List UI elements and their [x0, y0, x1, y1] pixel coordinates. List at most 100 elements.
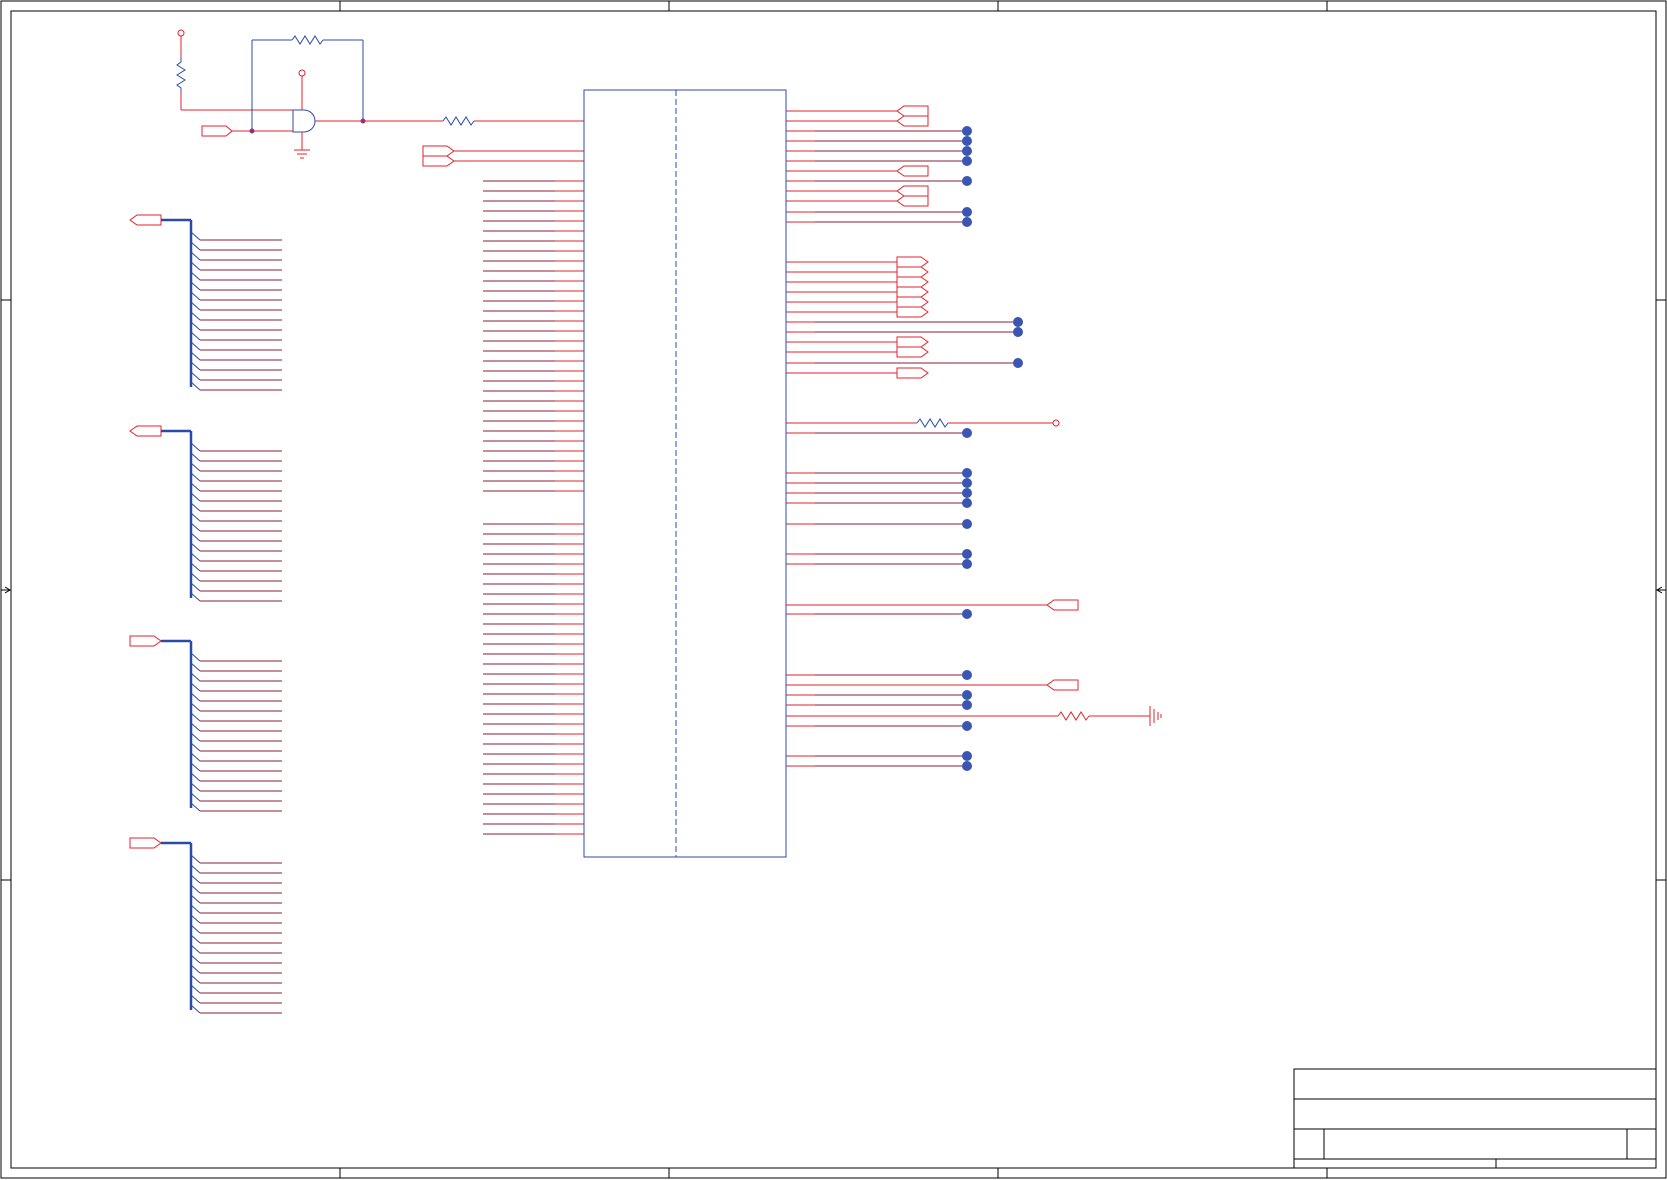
- net-junction-dot: [1013, 358, 1023, 368]
- ic-right-pin: [786, 478, 972, 488]
- net-junction-dot: [962, 468, 972, 478]
- bus-entry: [190, 904, 201, 914]
- bus-entry: [190, 371, 201, 381]
- bus-entry: [190, 321, 201, 331]
- bus-entry: [190, 944, 201, 954]
- ic-right-pin: [786, 306, 929, 318]
- bus-entry: [190, 782, 201, 792]
- net-junction-dot: [962, 670, 972, 680]
- net-junction-dot: [962, 721, 972, 731]
- ic-right-pin: [786, 207, 972, 217]
- output-port-icon: [896, 286, 929, 298]
- bus-entry: [190, 752, 201, 762]
- ic-right-pin: [786, 217, 972, 227]
- bus-entry: [190, 442, 201, 452]
- bus-entry: [190, 924, 201, 934]
- net-junction-dot: [1013, 317, 1023, 327]
- net-junction-dot: [962, 136, 972, 146]
- bus-entry: [190, 792, 201, 802]
- net-junction-dot: [962, 751, 972, 761]
- output-port-icon: [896, 296, 929, 308]
- ic-right-pin: [786, 276, 929, 288]
- net-junction-dot: [962, 146, 972, 156]
- bus-entry: [190, 692, 201, 702]
- output-port-icon: [896, 367, 929, 379]
- bus-entry: [190, 361, 201, 371]
- input-port-icon: [422, 155, 455, 167]
- input-port-icon: [201, 125, 233, 137]
- ic-right-pin: [786, 751, 972, 761]
- bus-entry: [190, 974, 201, 984]
- output-port-icon: [896, 336, 929, 348]
- bus-entry: [190, 934, 201, 944]
- bus-entry: [190, 722, 201, 732]
- reset-circuit: [176, 29, 584, 167]
- schematic-drawing: [0, 0, 1667, 1179]
- input-port-icon: [422, 145, 455, 157]
- right-side-circuitry: [786, 418, 1162, 726]
- bus-entry: [190, 502, 201, 512]
- main-ic: [583, 89, 787, 858]
- output-port-icon: [896, 346, 929, 358]
- inner-border: [10, 10, 1657, 1169]
- net-junction-dot: [962, 700, 972, 710]
- bus-entry: [190, 482, 201, 492]
- bus-group: [129, 214, 282, 391]
- bus-entry: [190, 762, 201, 772]
- bus-entry: [190, 592, 201, 602]
- input-port-icon: [896, 195, 929, 207]
- ic-right-pin: [786, 346, 929, 358]
- center-mark-arrow: [1, 586, 11, 594]
- ic-right-pin: [786, 488, 972, 498]
- bus-entry: [190, 311, 201, 321]
- input-port-icon: [896, 115, 929, 127]
- bus-entry: [190, 854, 201, 864]
- input-port-icon: [1046, 679, 1079, 691]
- power-pin-icon: [298, 69, 306, 77]
- bus-entry: [190, 271, 201, 281]
- ic-right-pin: [786, 185, 929, 197]
- bus-entry: [190, 702, 201, 712]
- ic-right-pin: [786, 176, 972, 186]
- bus-entry: [190, 874, 201, 884]
- title-block-frame: [1293, 1068, 1657, 1169]
- outer-border: [0, 0, 1667, 1179]
- input-port-icon: [896, 105, 929, 117]
- net-junction-dot: [962, 549, 972, 559]
- center-mark-arrow: [1656, 586, 1666, 594]
- bus-entry: [190, 251, 201, 261]
- ic-right-pin-wires: [786, 105, 1058, 771]
- net-junction-dot: [962, 478, 972, 488]
- net-junction-dot: [962, 690, 972, 700]
- bus-entry: [190, 802, 201, 812]
- bus-entry: [190, 662, 201, 672]
- ic-right-pin: [786, 690, 972, 700]
- bus-port-icon: [129, 425, 162, 437]
- net-junction-dot: [962, 559, 972, 569]
- ic-right-pin: [786, 498, 972, 508]
- bus-entry: [190, 742, 201, 752]
- net-junction-dot: [962, 498, 972, 508]
- bus-entry: [190, 452, 201, 462]
- ic-right-pin: [786, 105, 929, 117]
- ic-right-pin: [786, 165, 929, 177]
- net-junction-dot: [962, 609, 972, 619]
- feedback-resistor-icon: [291, 35, 324, 45]
- output-port-icon: [896, 256, 929, 268]
- bus-entry: [190, 672, 201, 682]
- ic-right-pin: [786, 468, 972, 478]
- bus-entry: [190, 964, 201, 974]
- bus-entry: [190, 894, 201, 904]
- bus-port-icon: [129, 635, 162, 647]
- power-pin-icon: [1052, 419, 1060, 427]
- net-junction-dot: [962, 761, 972, 771]
- bus-group: [129, 425, 282, 602]
- net-junction-dot: [962, 207, 972, 217]
- bus-group: [129, 837, 282, 1014]
- net-junction-dot: [1013, 327, 1023, 337]
- output-port-icon: [896, 276, 929, 288]
- ic-right-pin: [786, 296, 929, 308]
- ic-right-pin: [786, 195, 929, 207]
- net-junction-dot: [962, 126, 972, 136]
- bus-entry: [190, 492, 201, 502]
